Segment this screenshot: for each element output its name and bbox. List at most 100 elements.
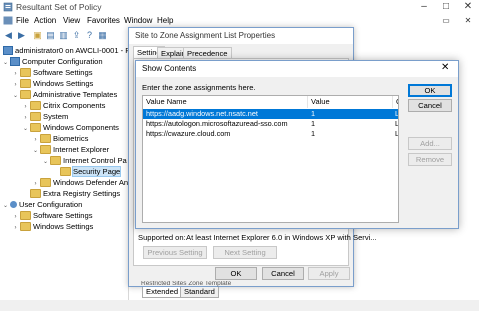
tree-internet-explorer[interactable]: ⌄ Internet Explorer [32, 144, 109, 155]
tab-extended[interactable]: Extended [142, 287, 183, 298]
row-value: 1 [311, 129, 316, 138]
collapse-icon[interactable]: ⌄ [12, 91, 19, 102]
menu-action[interactable]: Action [34, 16, 56, 25]
folder-icon [30, 123, 41, 132]
maximize-icon[interactable]: □ [435, 0, 457, 14]
close-icon[interactable]: ✕ [441, 62, 449, 73]
menu-app-icon[interactable] [3, 16, 13, 25]
supported-on-value: At least Internet Explorer 6.0 in Window… [186, 233, 377, 242]
properties-ok-button[interactable]: OK [215, 267, 257, 280]
tree-root[interactable]: administrator0 on AWCLI-0001 - RSoP [2, 45, 128, 56]
tree-biometrics[interactable]: › Biometrics [32, 133, 88, 144]
tree-citrix-components[interactable]: › Citrix Components [22, 100, 105, 111]
folder-icon [20, 222, 31, 231]
menu-window[interactable]: Window [124, 16, 152, 25]
row-value: 1 [311, 109, 316, 118]
show-contents-title-bar: Show Contents ✕ [136, 61, 458, 77]
export-list-icon[interactable]: ⇪ [71, 30, 82, 40]
menu-bar: File Action View Favorites Window Help ▭… [0, 14, 479, 27]
window-title: Resultant Set of Policy [16, 2, 102, 12]
row-value: 1 [311, 119, 316, 128]
tab-standard[interactable]: Standard [180, 287, 219, 298]
folder-icon [40, 134, 51, 143]
menu-favorites[interactable]: Favorites [87, 16, 120, 25]
app-icon [3, 2, 13, 12]
collapse-icon[interactable]: ⌄ [42, 157, 49, 168]
column-value-name[interactable]: Value Name [143, 96, 308, 108]
menu-view[interactable]: View [63, 16, 80, 25]
computer-icon [10, 57, 20, 66]
tree-user-configuration[interactable]: ⌄ User Configuration [2, 199, 82, 210]
collapse-icon[interactable]: ⌄ [2, 201, 9, 212]
row-value-name: https://autologon.microsoftazuread-sso.c… [146, 119, 288, 128]
up-folder-icon[interactable]: ▣ [32, 30, 43, 40]
tree-security-page[interactable]: Security Page [52, 166, 122, 177]
row-value-name: https://aadg.windows.net.nsatc.net [146, 109, 258, 118]
zone-assignment-list[interactable]: Value Name Value C https://aadg.windows.… [142, 95, 399, 223]
child-close-icon[interactable]: ✕ [457, 14, 479, 27]
status-bar [0, 300, 479, 311]
show-contents-dialog: Show Contents ✕ Enter the zone assignmen… [135, 60, 459, 229]
properties-cancel-button[interactable]: Cancel [262, 267, 304, 280]
tree-system[interactable]: › System [22, 111, 68, 122]
list-row[interactable]: https://aadg.windows.net.nsatc.net 1 L [143, 109, 398, 119]
close-icon[interactable]: ✕ [457, 0, 479, 14]
row-c: L [395, 129, 399, 138]
folder-icon [50, 156, 61, 165]
apply-button[interactable]: Apply [308, 267, 350, 280]
previous-setting-button[interactable]: Previous Setting [143, 246, 207, 259]
view-icon[interactable]: ▦ [97, 30, 108, 40]
next-setting-button[interactable]: Next Setting [213, 246, 277, 259]
instruction-text: Enter the zone assignments here. [142, 83, 256, 92]
forward-icon[interactable]: ▶ [16, 30, 27, 40]
row-c: L [395, 119, 399, 128]
supported-on-label: Supported on: [138, 233, 186, 242]
folder-icon [30, 189, 41, 198]
menu-help[interactable]: Help [157, 16, 173, 25]
remove-button[interactable]: Remove [408, 153, 452, 166]
minimize-icon[interactable]: – [413, 0, 435, 14]
folder-icon [30, 112, 41, 121]
tree-software-settings[interactable]: › Software Settings [12, 67, 93, 78]
show-hide-tree-icon[interactable]: ▤ [45, 30, 56, 40]
add-button[interactable]: Add... [408, 137, 452, 150]
folder-icon [40, 178, 51, 187]
tree-user-software-settings[interactable]: › Software Settings [12, 210, 93, 221]
expand-icon[interactable]: › [12, 223, 19, 234]
row-value-name: https://cwazure.cloud.com [146, 129, 231, 138]
column-c[interactable]: C [393, 96, 398, 108]
title-bar: Resultant Set of Policy – □ ✕ [0, 0, 479, 14]
rsop-icon [3, 46, 13, 55]
menu-file[interactable]: File [16, 16, 29, 25]
folder-icon [20, 79, 31, 88]
list-row[interactable]: https://autologon.microsoftazuread-sso.c… [143, 119, 398, 129]
tree-windows-defender[interactable]: › Windows Defender An [32, 177, 128, 188]
tree-windows-settings[interactable]: › Windows Settings [12, 78, 93, 89]
back-icon[interactable]: ◀ [3, 30, 14, 40]
tree-internet-control-panel[interactable]: ⌄ Internet Control Pa [42, 155, 127, 166]
list-row[interactable]: https://cwazure.cloud.com 1 L [143, 129, 398, 139]
properties-icon[interactable]: ▥ [58, 30, 69, 40]
collapse-icon[interactable]: ⌄ [32, 146, 39, 157]
tree-administrative-templates[interactable]: ⌄ Administrative Templates [12, 89, 117, 100]
show-contents-title: Show Contents [142, 64, 197, 73]
folder-icon [20, 90, 31, 99]
collapse-icon[interactable]: ⌄ [22, 124, 29, 135]
folder-icon [30, 101, 41, 110]
collapse-icon[interactable]: ⌄ [2, 58, 9, 69]
show-ok-button[interactable]: OK [408, 84, 452, 97]
tree-windows-components[interactable]: ⌄ Windows Components [22, 122, 119, 133]
show-cancel-button[interactable]: Cancel [408, 99, 452, 112]
help-icon[interactable]: ? [84, 30, 95, 40]
tree-user-windows-settings[interactable]: › Windows Settings [12, 221, 93, 232]
properties-title: Site to Zone Assignment List Properties [135, 31, 276, 40]
column-value[interactable]: Value [308, 96, 393, 108]
tree-computer-configuration[interactable]: ⌄ Computer Configuration [2, 56, 103, 67]
properties-title-bar: Site to Zone Assignment List Properties [129, 28, 353, 44]
folder-icon [20, 68, 31, 77]
folder-icon [20, 211, 31, 220]
tree-extra-registry[interactable]: Extra Registry Settings [22, 188, 120, 199]
folder-icon [40, 145, 51, 154]
child-restore-icon[interactable]: ▭ [435, 14, 457, 27]
folder-icon [60, 167, 71, 176]
